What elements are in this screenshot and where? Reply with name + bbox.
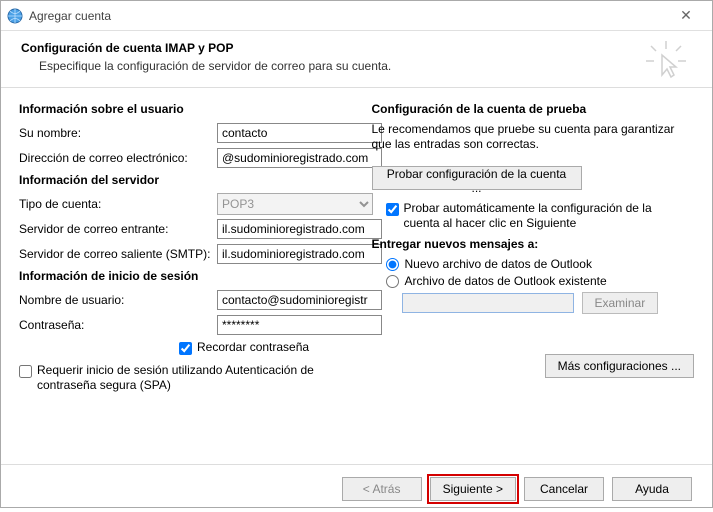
user-info-title: Información sobre el usuario xyxy=(19,102,342,116)
test-config-title: Configuración de la cuenta de prueba xyxy=(372,102,695,116)
radio-new-file[interactable] xyxy=(386,258,399,271)
account-type-select: POP3 xyxy=(217,193,373,215)
right-column: Configuración de la cuenta de prueba Le … xyxy=(372,98,695,454)
radio-new-file-label: Nuevo archivo de datos de Outlook xyxy=(405,257,592,271)
test-config-desc: Le recomendamos que pruebe su cuenta par… xyxy=(372,122,695,152)
password-input[interactable] xyxy=(217,315,382,335)
remember-password-checkbox[interactable] xyxy=(179,342,192,355)
close-icon[interactable]: ✕ xyxy=(666,3,706,28)
remember-password-label: Recordar contraseña xyxy=(197,340,309,355)
username-input[interactable] xyxy=(217,290,382,310)
content-area: Información sobre el usuario Su nombre: … xyxy=(1,88,712,464)
radio-existing-file-label: Archivo de datos de Outlook existente xyxy=(405,274,607,288)
account-type-label: Tipo de cuenta: xyxy=(19,197,217,211)
password-label: Contraseña: xyxy=(19,318,217,332)
outgoing-server-input[interactable] xyxy=(217,244,382,264)
server-info-title: Información del servidor xyxy=(19,173,342,187)
window-title: Agregar cuenta xyxy=(29,9,666,23)
username-label: Nombre de usuario: xyxy=(19,293,217,307)
more-settings-button[interactable]: Más configuraciones ... xyxy=(545,354,694,378)
outgoing-server-label: Servidor de correo saliente (SMTP): xyxy=(19,247,217,261)
incoming-server-label: Servidor de correo entrante: xyxy=(19,222,217,236)
wizard-header: Configuración de cuenta IMAP y POP Espec… xyxy=(1,31,712,88)
deliver-title: Entregar nuevos mensajes a: xyxy=(372,237,695,251)
header-title: Configuración de cuenta IMAP y POP xyxy=(21,41,692,55)
email-label: Dirección de correo electrónico: xyxy=(19,151,217,165)
your-name-label: Su nombre: xyxy=(19,126,217,140)
browse-button: Examinar xyxy=(582,292,659,314)
globe-icon xyxy=(7,8,23,24)
cancel-button[interactable]: Cancelar xyxy=(524,477,604,501)
existing-file-path-input xyxy=(402,293,574,313)
incoming-server-input[interactable] xyxy=(217,219,382,239)
your-name-input[interactable] xyxy=(217,123,382,143)
help-button[interactable]: Ayuda xyxy=(612,477,692,501)
test-account-button[interactable]: Probar configuración de la cuenta ... xyxy=(372,166,582,190)
back-button[interactable]: < Atrás xyxy=(342,477,422,501)
wizard-footer: < Atrás Siguiente > Cancelar Ayuda xyxy=(1,464,712,512)
auto-test-checkbox[interactable] xyxy=(386,203,399,216)
left-column: Información sobre el usuario Su nombre: … xyxy=(19,98,342,454)
auto-test-label: Probar automáticamente la configuración … xyxy=(404,201,674,231)
radio-existing-file[interactable] xyxy=(386,275,399,288)
cursor-decoration-icon xyxy=(646,41,686,81)
email-input[interactable] xyxy=(217,148,382,168)
next-button[interactable]: Siguiente > xyxy=(430,477,516,501)
login-info-title: Información de inicio de sesión xyxy=(19,269,342,283)
spa-checkbox[interactable] xyxy=(19,365,32,378)
header-subtitle: Especifique la configuración de servidor… xyxy=(21,59,692,73)
spa-label: Requerir inicio de sesión utilizando Aut… xyxy=(37,363,337,393)
title-bar: Agregar cuenta ✕ xyxy=(1,1,712,31)
